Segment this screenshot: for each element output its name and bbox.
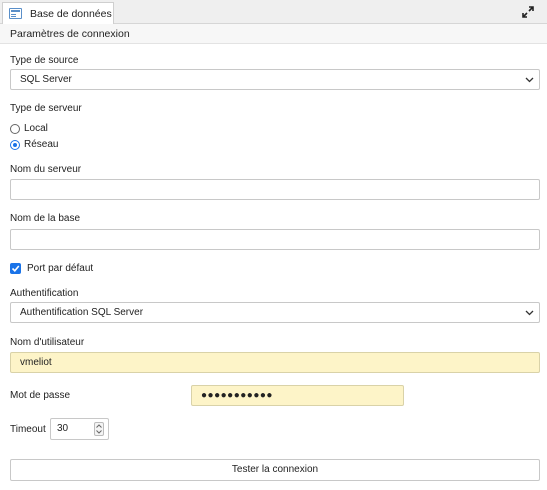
tab-bar: Base de données [0, 0, 547, 24]
radio-button[interactable] [10, 123, 20, 134]
database-window-icon [9, 8, 22, 19]
db-name-input[interactable] [10, 229, 540, 250]
default-port-checkbox-row[interactable]: Port par défaut [10, 263, 93, 274]
server-name-input[interactable] [10, 179, 540, 200]
source-type-select[interactable]: SQL Server [10, 69, 540, 90]
radio-button-checked[interactable] [10, 139, 20, 150]
password-input[interactable]: ●●●●●●●●●●● [191, 385, 404, 406]
radio-local[interactable]: Local [10, 123, 48, 134]
timeout-label: Timeout [10, 424, 46, 435]
expand-icon[interactable] [521, 5, 535, 19]
radio-local-label: Local [24, 123, 48, 134]
up-down-arrows-icon [96, 424, 102, 434]
tab-label: Base de données [30, 7, 112, 20]
auth-label: Authentification [10, 288, 79, 299]
radio-network-label: Réseau [24, 139, 59, 150]
section-header: Paramètres de connexion [0, 24, 547, 44]
timeout-value: 30 [57, 423, 69, 434]
username-input[interactable]: vmeliot [10, 352, 540, 373]
timeout-stepper[interactable]: 30 [50, 418, 109, 440]
checkbox-checked[interactable] [10, 263, 21, 274]
check-icon [11, 265, 20, 272]
tab-database[interactable]: Base de données [2, 2, 114, 24]
default-port-label: Port par défaut [27, 263, 94, 274]
username-label: Nom d'utilisateur [10, 337, 85, 348]
test-connection-button[interactable]: Tester la connexion [10, 459, 540, 481]
chevron-down-icon [525, 77, 534, 83]
source-type-label: Type de source [10, 55, 79, 66]
chevron-down-icon [525, 310, 534, 316]
radio-network[interactable]: Réseau [10, 139, 58, 150]
spin-arrows[interactable] [94, 422, 104, 436]
password-label: Mot de passe [10, 390, 71, 401]
auth-select[interactable]: Authentification SQL Server [10, 302, 540, 323]
auth-value: Authentification SQL Server [20, 307, 144, 318]
server-name-label: Nom du serveur [10, 164, 82, 175]
server-type-label: Type de serveur [10, 103, 82, 114]
source-type-value: SQL Server [20, 74, 72, 85]
db-name-label: Nom de la base [10, 213, 81, 224]
